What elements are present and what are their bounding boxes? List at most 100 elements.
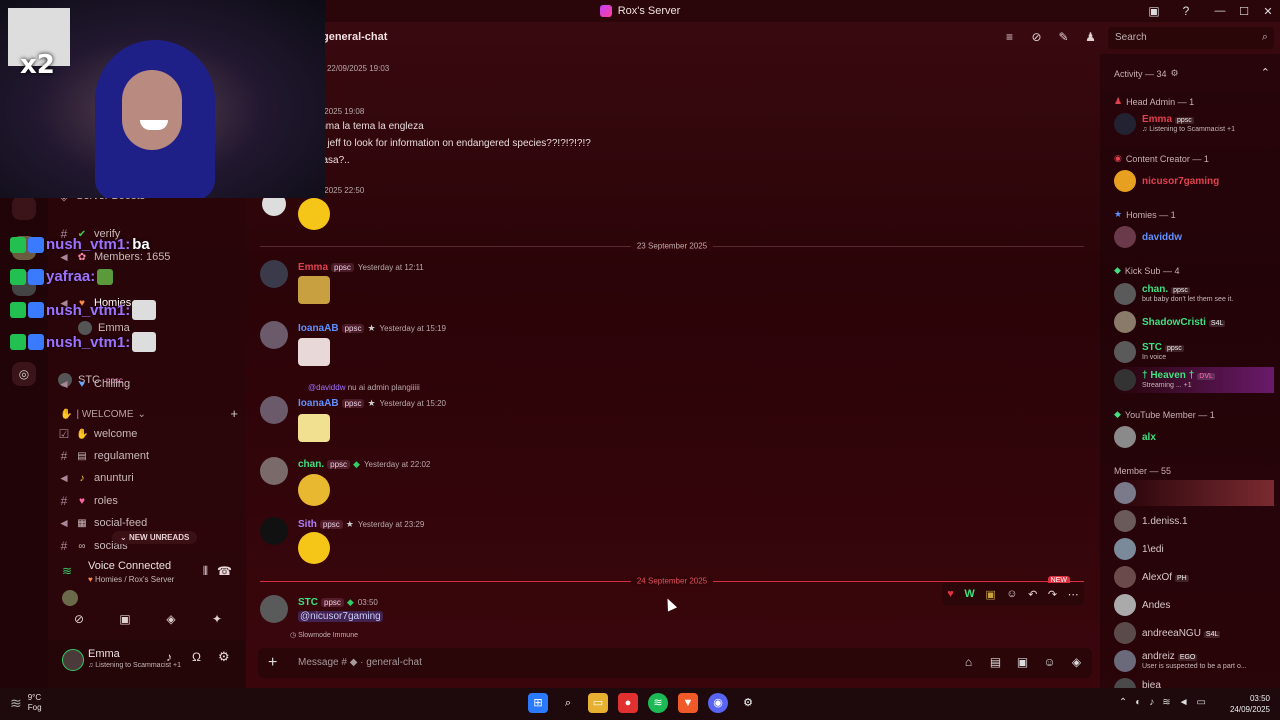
disconnect-icon[interactable]: ☎ [217,564,232,578]
notification-icon[interactable]: ⊘ [1029,30,1044,45]
avatar[interactable] [260,260,288,288]
message-author[interactable]: chan. [298,459,324,470]
avatar[interactable] [260,396,288,424]
apps-icon[interactable]: ◈ [1069,655,1084,669]
gif-icon[interactable]: ▤ [988,655,1003,669]
minimize-icon[interactable]: — [1208,5,1232,17]
member-item[interactable]: 1\edi [1114,536,1274,562]
gift-icon[interactable]: ⌂ [961,655,976,669]
channel-social-feed[interactable]: ◄ ▦ social-feed [58,513,147,533]
member-item[interactable]: daviddw [1114,224,1274,250]
attach-icon[interactable]: + [268,654,277,672]
message-author[interactable]: STC [298,597,318,608]
user-mention[interactable]: @nicusor7gaming [298,611,383,622]
message-author[interactable]: Emma [298,262,328,273]
more-icon[interactable]: ⋯ [1068,588,1079,601]
brave-icon[interactable]: ▼ [678,693,698,713]
spotify-icon[interactable]: ≋ [648,693,668,713]
search-input[interactable]: Search ⌕ [1108,27,1274,49]
emoji-icon[interactable]: ☺ [1042,655,1057,669]
soundboard-icon[interactable]: ✦ [207,612,227,630]
message-composer[interactable]: + Message # ◆ · general-chat ⌂ ▤ ▣ ☺ ◈ [258,648,1092,678]
weather-widget[interactable]: ≋ 9°C Fog [10,693,42,713]
avatar[interactable] [62,649,84,671]
member-item[interactable]: nicusor7gaming [1114,168,1274,194]
member-item[interactable]: ShadowCristi S4L [1114,309,1274,335]
avatar[interactable] [260,457,288,485]
chevron-up-icon[interactable]: ⌃ [1261,66,1270,79]
noise-suppression-icon[interactable]: ⦀ [203,564,208,579]
avatar[interactable] [260,595,288,623]
settings-icon[interactable]: ⚙ [218,649,230,665]
reply-icon[interactable]: ↶ [1028,588,1037,601]
microphone-icon[interactable]: ♪ [166,650,172,664]
member-item[interactable]: andreiz EGO User is suspected to be a part… [1114,648,1274,674]
user-name[interactable]: Emma [88,648,120,660]
voice-location[interactable]: ♥ Homies / Rox's Server [88,575,174,584]
file-explorer-icon[interactable]: ▭ [588,693,608,713]
add-reaction-icon[interactable]: ☺ [1006,588,1017,600]
member-item[interactable]: chan. ppsc but baby don't let them see it. [1114,281,1274,307]
camera-off-icon[interactable]: ⊘ [69,612,89,630]
pin-icon[interactable]: ✎ [1056,30,1071,45]
message-author[interactable]: IoanaAB [298,398,339,409]
member-item[interactable]: † Heaven † DVL Streaming ... +1 [1114,367,1274,393]
wifi-icon[interactable]: ≋ [1162,697,1170,708]
channel-anunturi[interactable]: ◄ ♪ anunturi [58,468,134,488]
member-item[interactable]: 1.deniss.1 [1114,508,1274,534]
member-item[interactable]: STC ppsc In voice [1114,339,1274,365]
activity-icon[interactable]: ◈ [161,612,181,630]
volume-icon[interactable]: ◄ [1179,697,1189,708]
avatar[interactable] [260,517,288,545]
voice-status[interactable]: Voice Connected [88,560,171,572]
clock[interactable]: 03:50 24/09/2025 [1230,693,1270,715]
app-tray-icon[interactable]: ◐ [1135,697,1141,708]
member-item[interactable] [1114,480,1274,506]
threads-icon[interactable]: ≡ [1002,30,1017,45]
sub-badge-icon [28,236,44,253]
avatar[interactable] [260,321,288,349]
flower-icon: ✿ [77,251,87,263]
maximize-icon[interactable]: ☐ [1232,5,1256,18]
inbox-icon[interactable]: ▣ [1146,3,1162,19]
settings-icon[interactable]: ⚙ [738,693,758,713]
search-icon[interactable]: ⌕ [558,693,578,713]
forward-icon[interactable]: ↷ [1048,588,1057,601]
member-item[interactable]: Emma ppsc ♫ Listening to Scammacist +1 [1114,111,1274,137]
member-item[interactable]: andreeaNGU S4L [1114,620,1274,646]
w-reaction-icon[interactable]: W [964,588,974,600]
voice-channel-chilling[interactable]: ◄ ♥ Chilling [58,374,130,394]
add-channel-icon[interactable]: + [230,406,238,421]
sticker-reaction-icon[interactable]: ▣ [985,588,995,601]
discover-icon[interactable]: ◎ [12,362,36,386]
discord-icon[interactable]: ◉ [708,693,728,713]
server-icon[interactable] [12,196,36,220]
message-author[interactable]: IoanaAB [298,323,339,334]
channel-welcome[interactable]: ☑ ✋ welcome [58,424,138,444]
sticker-icon[interactable]: ▣ [1015,655,1030,669]
heart-reaction-icon[interactable]: ♥ [947,588,954,600]
members-icon[interactable]: ♟ [1083,30,1098,45]
member-item[interactable]: biea [1114,676,1274,688]
headphones-icon[interactable]: Ω [192,650,201,664]
app-icon[interactable]: ● [618,693,638,713]
help-icon[interactable]: ? [1178,3,1194,19]
battery-icon[interactable]: ▭ [1197,697,1206,708]
member-item[interactable]: Andes [1114,592,1274,618]
close-icon[interactable]: ✕ [1256,5,1280,18]
member-item[interactable]: alx [1114,424,1274,450]
reply-preview[interactable]: @daviddw nu ai admin plangiiiii [308,383,420,392]
activity-header[interactable]: Activity — 34 ⚙ [1114,68,1179,79]
member-item[interactable]: AlexOf PH [1114,564,1274,590]
message-input[interactable]: Message # ◆ · general-chat [298,657,422,668]
role-header: ◉ Content Creator — 1 [1114,153,1209,164]
mic-icon[interactable]: ♪ [1149,697,1154,708]
windows-start-icon[interactable]: ⊞ [528,693,548,713]
channel-roles[interactable]: # ♥ roles [58,491,118,511]
new-unreads-button[interactable]: ⌄ NEW UNREADS [112,531,198,544]
channel-regulament[interactable]: # ▤ regulament [58,446,149,466]
message-author[interactable]: Sith [298,519,317,530]
chevron-up-icon[interactable]: ⌃ [1119,697,1127,708]
screen-share-icon[interactable]: ▣ [115,612,135,630]
category-welcome[interactable]: ✋ | WELCOME ⌄ [60,409,146,420]
